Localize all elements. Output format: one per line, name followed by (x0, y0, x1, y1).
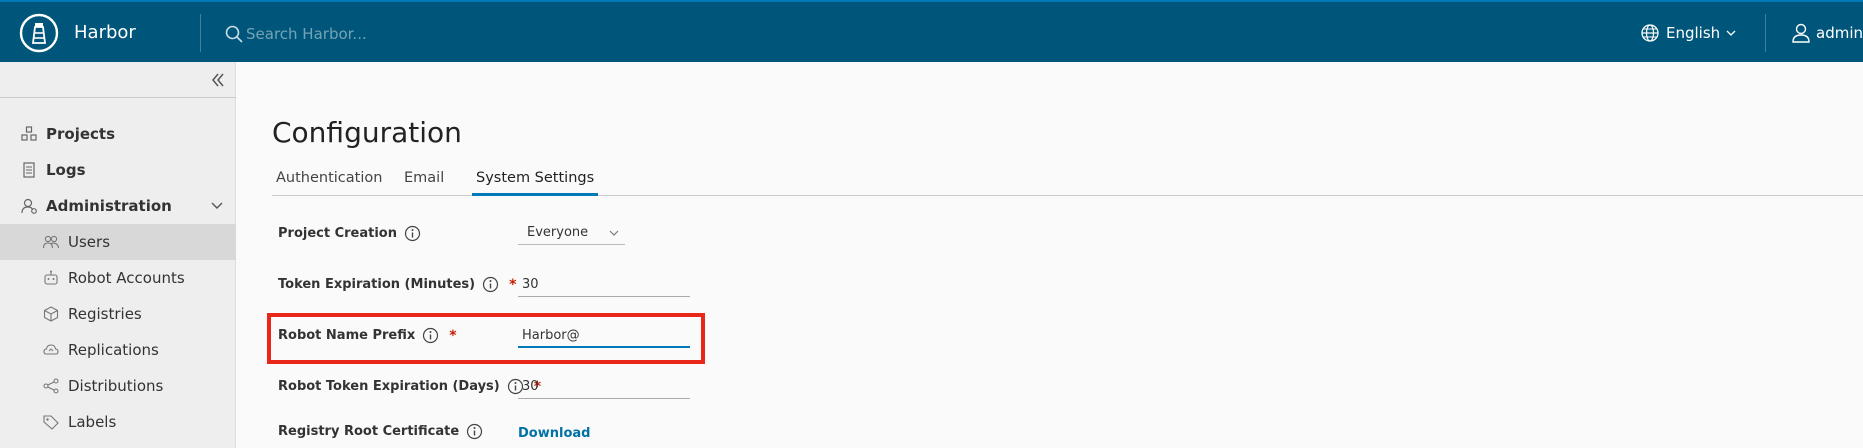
token-expiration-field: Token Expiration (Minutes) * (278, 276, 516, 293)
header-divider (200, 14, 201, 52)
administration-icon (21, 198, 37, 214)
sidebar-item-robot-accounts[interactable]: Robot Accounts (0, 260, 236, 296)
robot-icon (44, 270, 58, 285)
info-icon[interactable] (466, 423, 483, 440)
double-chevron-left-icon[interactable] (208, 70, 228, 90)
sidebar-item-label: Robot Accounts (68, 269, 185, 287)
tab-email[interactable]: Email (400, 166, 448, 196)
user-menu[interactable]: admin (1790, 20, 1863, 46)
replications-icon (43, 344, 59, 355)
field-label: Token Expiration (Minutes) (278, 277, 476, 292)
distributions-icon (43, 378, 59, 394)
main-content: Configuration Authentication Email Syste… (237, 62, 1863, 448)
required-marker: * (509, 276, 517, 293)
sidebar-item-labels[interactable]: Labels (0, 404, 236, 440)
harbor-logo-icon[interactable] (19, 13, 59, 53)
language-selector[interactable]: English (1640, 20, 1736, 46)
registry-root-certificate-field: Registry Root Certificate (278, 423, 483, 440)
sidebar-item-replications[interactable]: Replications (0, 332, 236, 368)
sidebar: Projects Logs Administration Users Robot… (0, 62, 236, 448)
field-label: Project Creation (278, 226, 397, 241)
sidebar-item-label: Registries (68, 305, 142, 323)
chevron-down-icon (1726, 30, 1736, 36)
info-icon[interactable] (482, 276, 499, 293)
chevron-down-icon (211, 202, 223, 209)
search-input[interactable] (246, 20, 746, 48)
tab-authentication[interactable]: Authentication (272, 166, 386, 196)
tab-system-settings[interactable]: System Settings (472, 166, 599, 196)
project-creation-select[interactable]: Everyone (518, 221, 625, 245)
sidebar-item-users[interactable]: Users (0, 224, 236, 260)
user-name: admin (1816, 24, 1863, 42)
sidebar-item-logs[interactable]: Logs (0, 152, 236, 188)
sidebar-item-label: Projects (46, 125, 116, 143)
config-tabs: Authentication Email System Settings (272, 166, 1863, 196)
chevron-down-icon (609, 230, 619, 236)
sidebar-item-label: Labels (68, 413, 117, 431)
users-icon (42, 235, 60, 249)
download-link[interactable]: Download (518, 426, 590, 441)
sidebar-item-administration[interactable]: Administration (0, 188, 236, 224)
sidebar-item-label: Administration (46, 197, 172, 215)
user-icon (1792, 23, 1810, 43)
select-value: Everyone (527, 225, 589, 240)
sidebar-collapse-bar (0, 62, 236, 98)
logs-icon (23, 162, 35, 178)
robot-token-expiration-field: Robot Token Expiration (Days) * (278, 378, 541, 395)
project-creation-field: Project Creation (278, 225, 421, 242)
projects-icon (21, 126, 37, 141)
sidebar-item-label: Logs (46, 161, 86, 179)
sidebar-item-label: Distributions (68, 377, 164, 395)
globe-icon (1641, 24, 1659, 42)
sidebar-item-registries[interactable]: Registries (0, 296, 236, 332)
language-label: English (1666, 24, 1721, 42)
sidebar-item-distributions[interactable]: Distributions (0, 368, 236, 404)
info-icon[interactable] (404, 225, 421, 242)
brand-name[interactable]: Harbor (74, 22, 136, 43)
highlight-box (267, 313, 705, 364)
token-expiration-input[interactable] (518, 273, 690, 297)
top-header: Harbor English admin (0, 0, 1863, 62)
page-title: Configuration (272, 116, 462, 149)
robot-token-expiration-input[interactable] (518, 375, 690, 399)
labels-icon (43, 415, 59, 430)
search-icon (225, 25, 243, 43)
header-divider (1765, 14, 1766, 52)
sidebar-item-label: Replications (68, 341, 159, 359)
sidebar-item-label: Users (68, 233, 111, 251)
registries-icon (43, 306, 59, 322)
field-label: Registry Root Certificate (278, 424, 460, 439)
field-label: Robot Token Expiration (Days) (278, 379, 500, 394)
sidebar-item-projects[interactable]: Projects (0, 116, 236, 152)
